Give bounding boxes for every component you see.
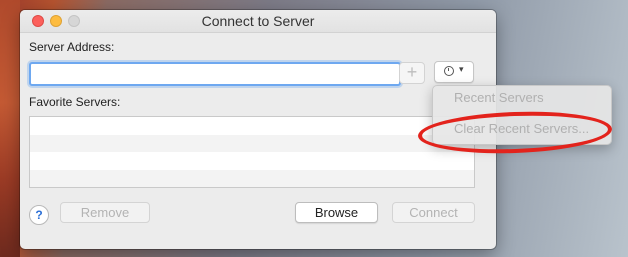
add-favorite-button[interactable]: + (399, 62, 425, 84)
window-title: Connect to Server (201, 13, 315, 29)
list-item[interactable] (30, 117, 474, 135)
browse-button[interactable]: Browse (295, 202, 378, 223)
menu-item-recent-servers[interactable]: Recent Servers (454, 90, 544, 105)
recent-servers-button[interactable]: ▾ (434, 61, 474, 83)
help-button[interactable]: ? (29, 205, 49, 225)
title-bar: Connect to Server (20, 10, 496, 33)
chevron-down-icon: ▾ (459, 64, 464, 74)
list-item[interactable] (30, 169, 474, 187)
remove-button[interactable]: Remove (60, 202, 150, 223)
list-item[interactable] (30, 134, 474, 152)
favorite-servers-label: Favorite Servers: (29, 95, 121, 109)
server-address-input[interactable] (29, 62, 401, 86)
favorite-servers-list[interactable] (29, 116, 475, 188)
clock-icon (444, 66, 454, 76)
desktop-background (0, 0, 20, 257)
list-item[interactable] (30, 152, 474, 170)
server-address-label: Server Address: (29, 40, 115, 54)
connect-button[interactable]: Connect (392, 202, 475, 223)
